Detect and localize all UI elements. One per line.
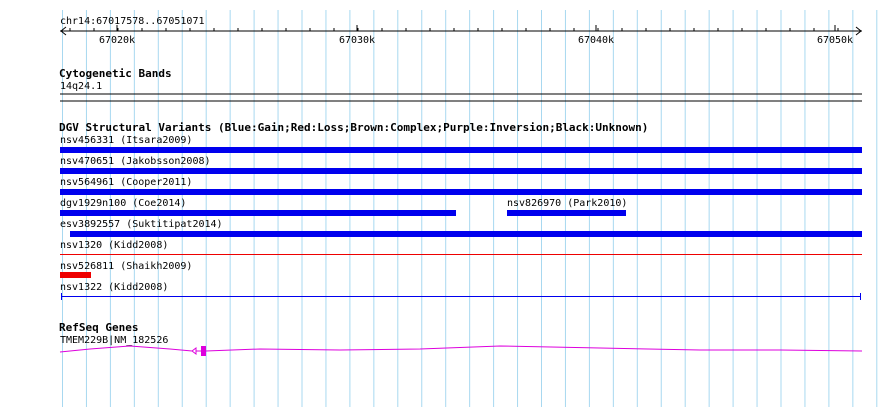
gene-label[interactable]: TMEM229B|NM_182526 — [60, 335, 168, 346]
ruler-tick-label: 67050k — [816, 35, 854, 46]
variant-bar-dgv1929n100[interactable] — [60, 210, 456, 216]
variant-label[interactable]: nsv456331 (Itsara2009) — [60, 135, 192, 146]
variant-bar-nsv526811[interactable] — [60, 272, 91, 278]
strand-arrow-icon — [191, 347, 197, 355]
variant-bar-nsv826970[interactable] — [507, 210, 626, 216]
ruler-tick-label: 67020k — [98, 35, 136, 46]
variant-bar-nsv1322[interactable] — [61, 293, 861, 300]
variant-label[interactable]: nsv1320 (Kidd2008) — [60, 240, 168, 251]
gene-exon — [201, 346, 206, 356]
variant-label[interactable]: nsv564961 (Cooper2011) — [60, 177, 192, 188]
variant-bar-esv3892557[interactable] — [70, 231, 862, 237]
variant-bar-nsv564961[interactable] — [60, 189, 862, 195]
ruler-tick-label: 67040k — [577, 35, 615, 46]
gene-model-tmem229b[interactable] — [59, 345, 863, 356]
variant-label[interactable]: nsv526811 (Shaikh2009) — [60, 261, 192, 272]
variant-bar-nsv470651[interactable] — [60, 168, 862, 174]
variant-label[interactable]: nsv826970 (Park2010) — [507, 198, 627, 209]
refseq-track-title: RefSeq Genes — [59, 321, 139, 334]
ruler-tick-label: 67030k — [338, 35, 376, 46]
cytoband-track-title: Cytogenetic Bands — [59, 67, 172, 80]
cytoband-label: 14q24.1 — [60, 81, 103, 92]
variant-label[interactable]: dgv1929n100 (Coe2014) — [60, 198, 186, 209]
variant-bar-nsv456331[interactable] — [60, 147, 862, 153]
genome-browser-panel: chr14:67017578..67051071 67020k 67030k 670… — [0, 0, 890, 407]
variant-label[interactable]: esv3892557 (Suktitipat2014) — [60, 219, 223, 230]
variant-label[interactable]: nsv470651 (Jakobsson2008) — [60, 156, 211, 167]
location-label: chr14:67017578..67051071 — [60, 16, 205, 27]
cytoband-track — [60, 93, 862, 102]
dgv-track-title: DGV Structural Variants (Blue:Gain;Red:L… — [59, 121, 649, 134]
variant-label[interactable]: nsv1322 (Kidd2008) — [60, 282, 168, 293]
